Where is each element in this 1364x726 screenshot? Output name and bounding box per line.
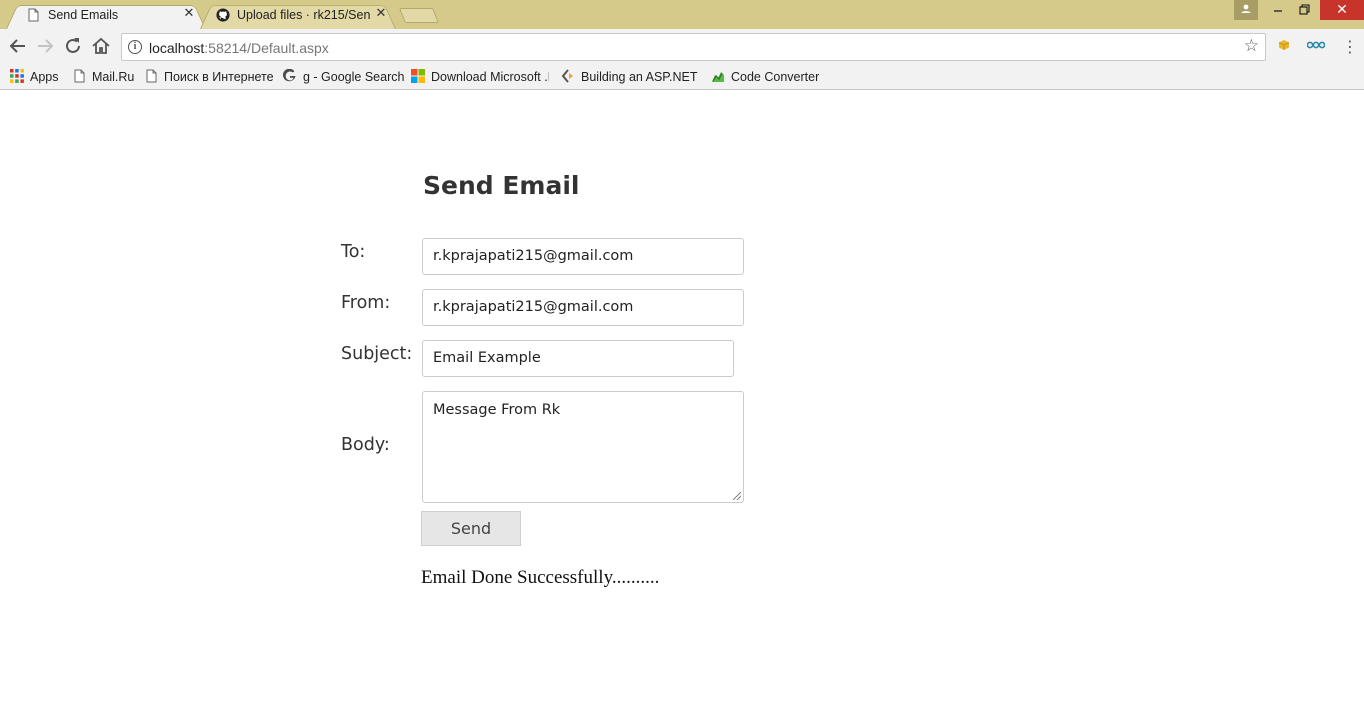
profile-button[interactable] (1234, 0, 1258, 20)
page-title: Send Email (423, 171, 580, 200)
bookmark-google-search[interactable]: g - Google Search (283, 68, 404, 86)
github-icon (216, 8, 230, 22)
body-label: Body: (341, 435, 390, 455)
google-icon (283, 69, 296, 82)
tab-upload-files[interactable]: Upload files · rk215/SendEmail ✕ (200, 2, 396, 30)
bookmark-label: Code Converter (731, 70, 820, 84)
bookmark-mailru[interactable]: Mail.Ru (72, 68, 134, 86)
code-converter-icon (712, 72, 724, 82)
subject-field[interactable]: Email Example (422, 340, 734, 377)
page-icon (74, 69, 85, 83)
bookmark-label: Apps (30, 70, 59, 84)
back-arrow-icon (9, 39, 25, 53)
restore-icon (1299, 4, 1310, 15)
resize-handle[interactable] (733, 492, 741, 500)
to-field[interactable]: r.kprajapati215@gmail.com (422, 238, 744, 275)
page-icon (146, 69, 157, 83)
close-window-button[interactable]: ✕ (1320, 0, 1364, 20)
apps-grid-icon (10, 69, 24, 83)
status-message: Email Done Successfully.......... (421, 567, 660, 588)
browser-toolbar: i localhost:58214/Default.aspx ☆ ⋮ (0, 29, 1364, 65)
bookmarks-bar: Apps Mail.Ru Поиск в Интернете g - Googl… (0, 65, 1364, 90)
tab-close-icon[interactable]: ✕ (374, 7, 388, 21)
menu-icon[interactable]: ⋮ (1342, 35, 1358, 59)
tab-send-emails[interactable]: Send Emails ✕ (6, 2, 206, 30)
url-path: :58214/Default.aspx (204, 40, 329, 56)
page-icon (28, 8, 39, 22)
reload-button[interactable] (61, 34, 85, 58)
bookmark-label: Building an ASP.NET Site (581, 70, 699, 84)
page-content: Send Email To: r.kprajapati215@gmail.com… (0, 91, 1364, 726)
restore-button[interactable] (1290, 0, 1318, 20)
subject-label: Subject: (341, 344, 413, 364)
tab-strip: Send Emails ✕ Upload files · rk215/SendE… (0, 0, 1364, 30)
forward-button[interactable] (33, 34, 57, 58)
url-host: localhost (149, 40, 205, 56)
home-button[interactable] (89, 34, 113, 58)
minimize-icon (1274, 10, 1282, 12)
asp-icon (561, 69, 573, 83)
body-textarea[interactable]: Message From Rk (422, 391, 744, 503)
new-tab-button[interactable] (398, 8, 440, 23)
minimize-button[interactable] (1264, 0, 1292, 20)
microsoft-icon (411, 69, 425, 83)
bookmark-label: Поиск в Интернете (164, 70, 274, 84)
bookmark-download-microsoft[interactable]: Download Microsoft .NET (411, 68, 549, 86)
extension-dots-icon[interactable] (1306, 39, 1326, 54)
info-icon[interactable]: i (128, 40, 142, 54)
close-icon: ✕ (1336, 2, 1348, 18)
bookmark-apps[interactable]: Apps (10, 68, 59, 86)
bookmark-label: Mail.Ru (92, 70, 135, 84)
forward-arrow-icon (38, 39, 54, 53)
tab-title: Upload files · rk215/SendEmail (237, 8, 370, 22)
body-text: Message From Rk (433, 402, 561, 418)
reload-icon (66, 38, 80, 53)
bookmark-star-icon[interactable]: ☆ (1244, 36, 1259, 56)
bookmark-search-internet[interactable]: Поиск в Интернете (144, 68, 274, 86)
extension-cube-icon[interactable] (1278, 39, 1290, 54)
from-label: From: (341, 293, 391, 313)
bookmark-code-converter[interactable]: Code Converter (711, 68, 819, 86)
back-button[interactable] (6, 34, 30, 58)
tab-close-icon[interactable]: ✕ (182, 7, 196, 21)
from-field[interactable]: r.kprajapati215@gmail.com (422, 289, 744, 326)
url-text: localhost:58214/Default.aspx (149, 40, 329, 56)
home-icon (92, 37, 110, 54)
tab-title: Send Emails (48, 8, 119, 22)
to-label: To: (341, 242, 366, 262)
bookmark-building-aspnet[interactable]: Building an ASP.NET Site (561, 68, 699, 86)
user-icon (1241, 4, 1251, 13)
bookmark-label: g - Google Search (303, 70, 405, 84)
send-button[interactable]: Send (421, 511, 521, 546)
address-bar[interactable]: i localhost:58214/Default.aspx ☆ (121, 33, 1266, 61)
bookmark-label: Download Microsoft .NET (431, 70, 549, 84)
